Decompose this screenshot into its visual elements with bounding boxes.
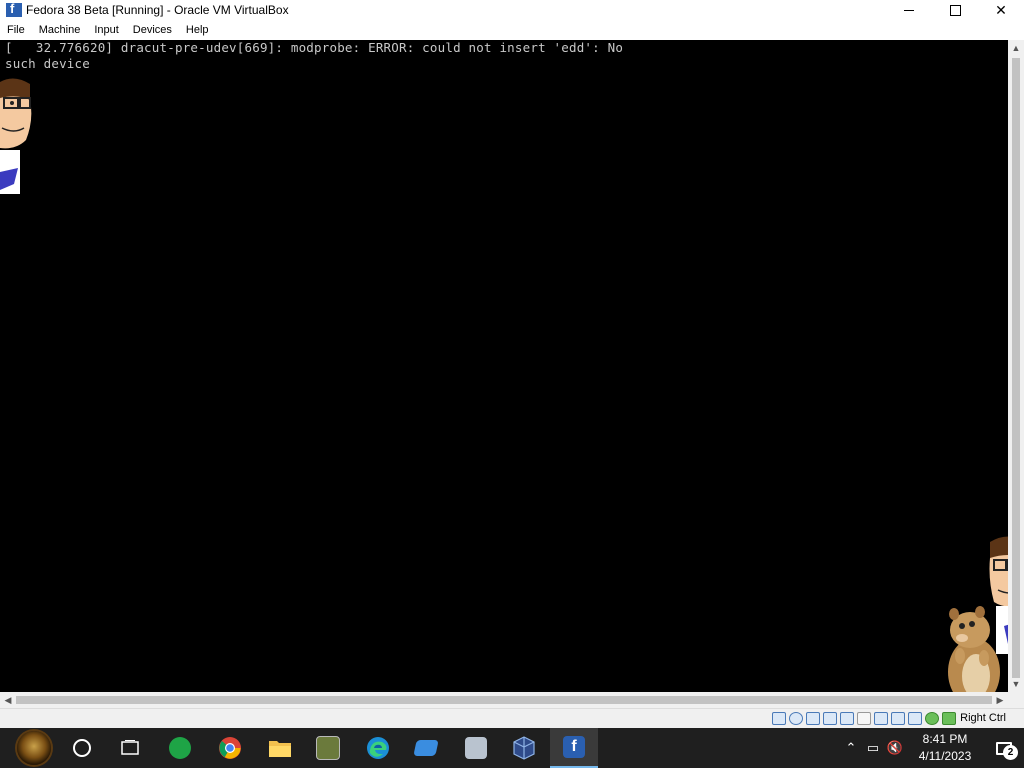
hard-disk-icon[interactable] (772, 712, 786, 725)
close-button[interactable]: ✕ (978, 0, 1024, 20)
taskbar-app-game[interactable] (304, 728, 352, 768)
video-capture-icon[interactable] (891, 712, 905, 725)
display-icon[interactable] (874, 712, 888, 725)
vm-console-screen[interactable]: [ 32.776620] dracut-pre-udev[669]: modpr… (0, 40, 1008, 692)
taskbar-app-remote-desktop[interactable] (452, 728, 500, 768)
clock-date: 4/11/2023 (918, 749, 972, 763)
notification-center-button[interactable]: 2 (984, 728, 1024, 768)
window-title: Fedora 38 Beta [Running] - Oracle VM Vir… (26, 3, 289, 17)
clock[interactable]: 8:41 PM 4/11/2023 (906, 731, 984, 765)
taskbar-app-blue[interactable] (402, 728, 450, 768)
scroll-right-arrow-icon[interactable]: ▶ (992, 692, 1008, 708)
vertical-scroll-thumb[interactable] (1012, 58, 1020, 678)
virtualbox-icon (513, 736, 535, 760)
scroll-corner (1008, 692, 1024, 708)
cartoon-character-icon (0, 78, 32, 194)
remote-desktop-icon (465, 737, 487, 759)
green-app-icon (169, 737, 191, 759)
minimize-button[interactable] (886, 0, 932, 20)
virtualbox-fedora-icon (6, 1, 22, 17)
start-orb-icon (17, 731, 51, 765)
folder-icon (269, 741, 291, 757)
window-controls: ✕ (886, 0, 1024, 20)
taskbar-app-fedora-vm[interactable]: f (550, 728, 598, 768)
console-line: such device (5, 56, 90, 71)
windows-taskbar: f ⌃ ▭ 🔇 8:41 PM 4/11/2023 2 (0, 728, 1024, 768)
maximize-button[interactable] (932, 0, 978, 20)
usb-icon[interactable] (840, 712, 854, 725)
shared-folders-icon[interactable] (857, 712, 871, 725)
optical-drive-icon[interactable] (789, 712, 803, 725)
taskbar-app-green[interactable] (156, 728, 204, 768)
green-status-icon[interactable] (942, 712, 956, 725)
speaker-muted-icon[interactable]: 🔇 (884, 740, 906, 756)
network-icon[interactable] (823, 712, 837, 725)
start-button[interactable] (10, 728, 58, 768)
window-title-bar[interactable]: Fedora 38 Beta [Running] - Oracle VM Vir… (0, 0, 1024, 20)
menu-machine[interactable]: Machine (32, 24, 88, 36)
mouse-integration-icon[interactable] (908, 712, 922, 725)
cortana-icon (73, 739, 91, 757)
vm-status-bar: Right Ctrl (0, 708, 1024, 729)
game-app-icon (316, 736, 340, 760)
horizontal-scrollbar[interactable]: ◀ ▶ (0, 692, 1008, 708)
fedora-vm-icon: f (563, 736, 585, 758)
menu-input[interactable]: Devices (126, 24, 179, 36)
menu-bar: File Machine Input Devices Help (0, 20, 1024, 40)
blue-app-icon (413, 740, 439, 756)
chevron-up-icon[interactable]: ⌃ (840, 740, 862, 756)
horizontal-scroll-thumb[interactable] (16, 696, 992, 704)
taskbar-app-virtualbox[interactable] (500, 728, 548, 768)
guest-additions-icon[interactable] (925, 712, 939, 725)
menu-devices[interactable]: Help (179, 24, 216, 36)
audio-icon[interactable] (806, 712, 820, 725)
taskbar-app-edge[interactable] (354, 728, 402, 768)
task-view-button[interactable] (106, 728, 154, 768)
scroll-down-arrow-icon[interactable]: ▼ (1008, 676, 1024, 692)
taskbar-app-file-explorer[interactable] (256, 728, 304, 768)
console-line: [ 32.776620] dracut-pre-udev[669]: modpr… (5, 40, 624, 55)
scroll-up-arrow-icon[interactable]: ▲ (1008, 40, 1024, 56)
status-indicators (772, 712, 956, 725)
scroll-left-arrow-icon[interactable]: ◀ (0, 692, 16, 708)
clock-time: 8:41 PM (922, 732, 968, 746)
chrome-icon (219, 737, 241, 759)
taskbar-app-chrome[interactable] (206, 728, 254, 768)
network-icon[interactable]: ▭ (862, 740, 884, 756)
notification-count-badge: 2 (1003, 745, 1018, 760)
menu-view[interactable]: Input (87, 24, 125, 36)
menu-file[interactable]: File (0, 24, 32, 36)
host-key-label: Right Ctrl (960, 712, 1006, 724)
vertical-scrollbar[interactable]: ▲ ▼ (1008, 40, 1024, 692)
system-tray: ⌃ ▭ 🔇 8:41 PM 4/11/2023 2 (840, 728, 1024, 768)
cortana-button[interactable] (58, 728, 106, 768)
edge-icon (367, 737, 389, 759)
task-view-icon (121, 740, 139, 755)
